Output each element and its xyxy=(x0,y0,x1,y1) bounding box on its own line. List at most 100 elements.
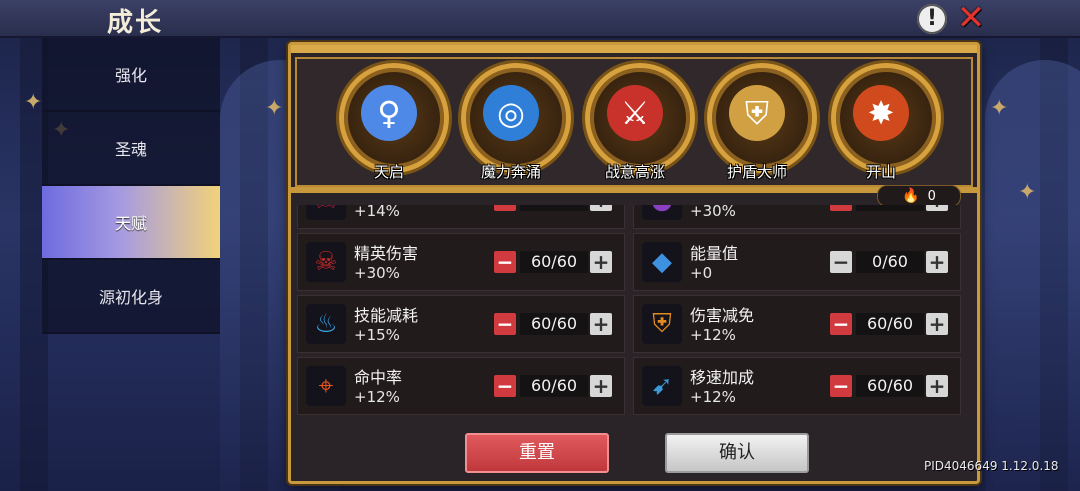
stat-name: 精英伤害 xyxy=(354,244,419,263)
increase-button[interactable]: + xyxy=(926,251,948,273)
version-label: PID4046649 1.12.0.18 xyxy=(924,459,1059,473)
shield-icon: ⛨ xyxy=(729,85,785,141)
decrease-button[interactable]: − xyxy=(830,251,852,273)
decrease-button[interactable]: − xyxy=(830,375,852,397)
talent-mana-surge[interactable]: ◎ 魔力奔涌 xyxy=(455,63,571,183)
talent-ring: ⛨ xyxy=(707,63,817,173)
confirm-button[interactable]: 确认 xyxy=(665,433,809,473)
stat-value: +12% xyxy=(690,326,736,344)
talent-label: 护盾大师 xyxy=(726,163,787,181)
stat-count: 60/60 xyxy=(520,313,588,335)
orb-icon: ● xyxy=(642,205,682,220)
stat-count: 0/60 xyxy=(856,251,924,273)
stat-row: ● +30% − + xyxy=(633,205,961,229)
stat-name: 命中率 xyxy=(354,368,403,387)
side-item-label: 强化 xyxy=(114,66,147,85)
decrease-button[interactable]: − xyxy=(830,205,852,211)
warrior-icon: ⚔ xyxy=(607,85,663,141)
panel-top-strip xyxy=(291,45,977,53)
stat-row-move-speed: ➹ 移速加成 +12% − 60/60 + xyxy=(633,357,961,415)
stat-row-elite-damage: ☠ 精英伤害 +30% − 60/60 + xyxy=(297,233,625,291)
stat-name: 能量值 xyxy=(690,244,739,263)
star-ornament-icon: ✦ xyxy=(265,96,284,121)
side-item-talent[interactable]: 天赋 xyxy=(42,186,220,260)
stat-count: 60/60 xyxy=(520,251,588,273)
fire-counter: 🔥 0 xyxy=(877,185,961,207)
blue-flame-icon: ♨ xyxy=(306,304,346,344)
decrease-button[interactable]: − xyxy=(494,313,516,335)
decrease-button[interactable]: − xyxy=(830,313,852,335)
demon-icon: ☠ xyxy=(306,205,346,220)
stat-list[interactable]: ☠ +14% − + ● +30% − + ☠ 精英伤害 +30% − 60/6… xyxy=(297,205,965,425)
close-icon[interactable]: ✕ xyxy=(954,1,988,35)
stat-value: +14% xyxy=(354,205,400,220)
stat-name: 移速加成 xyxy=(690,368,755,387)
increase-button[interactable]: + xyxy=(590,251,612,273)
increase-button[interactable]: + xyxy=(926,313,948,335)
stat-name: 伤害减免 xyxy=(690,306,755,325)
panel-divider xyxy=(291,187,977,193)
talent-ring: ◎ xyxy=(461,63,571,173)
stat-value: +15% xyxy=(354,326,400,344)
stat-count xyxy=(520,205,588,211)
side-item-enhance[interactable]: 强化 xyxy=(42,38,220,112)
side-item-label: 源初化身 xyxy=(98,288,163,307)
side-item-origin-avatar[interactable]: 源初化身 xyxy=(42,260,220,334)
stat-value: +30% xyxy=(690,205,736,220)
talent-ring: ✸ xyxy=(831,63,941,173)
increase-button[interactable]: + xyxy=(590,313,612,335)
figure-icon: ♀ xyxy=(361,85,417,141)
stat-value: +0 xyxy=(690,264,713,282)
stat-row-skill-cost: ♨ 技能减耗 +15% − 60/60 + xyxy=(297,295,625,353)
talent-mountain-split[interactable]: ✸ 开山 xyxy=(825,63,941,183)
increase-button[interactable]: + xyxy=(926,205,948,211)
talent-label: 魔力奔涌 xyxy=(480,163,541,181)
crosshair-icon: ⌖ xyxy=(306,366,346,406)
talent-shield-master[interactable]: ⛨ 护盾大师 xyxy=(701,63,817,183)
star-ornament-icon: ✦ xyxy=(1018,180,1037,205)
talent-ring: ♀ xyxy=(339,63,449,173)
page-title: 成长 xyxy=(107,8,164,38)
stat-row-damage-reduction: ⛨ 伤害减免 +12% − 60/60 + xyxy=(633,295,961,353)
talent-label: 战意高涨 xyxy=(604,163,665,181)
help-icon[interactable]: ! xyxy=(917,4,947,34)
stat-count: 60/60 xyxy=(856,375,924,397)
boot-icon: ➹ xyxy=(642,366,682,406)
reset-button[interactable]: 重置 xyxy=(465,433,609,473)
decrease-button[interactable]: − xyxy=(494,375,516,397)
talent-row: ♀ 天启 ◎ 魔力奔涌 ⚔ 战意高涨 ⛨ 护盾大师 ✸ 开山 xyxy=(295,57,973,187)
demon-skull-icon: ☠ xyxy=(306,242,346,282)
side-item-holy-soul[interactable]: 圣魂 xyxy=(42,112,220,186)
increase-button[interactable]: + xyxy=(590,375,612,397)
decrease-button[interactable]: − xyxy=(494,205,516,211)
talent-apocalypse[interactable]: ♀ 天启 xyxy=(333,63,449,183)
stat-value: +12% xyxy=(354,388,400,406)
talent-label: 开山 xyxy=(865,163,896,181)
stat-count: 60/60 xyxy=(856,313,924,335)
shield-icon: ⛨ xyxy=(642,304,682,344)
stat-name: 技能减耗 xyxy=(354,306,419,325)
swirl-icon: ◎ xyxy=(483,85,539,141)
stat-row-hit-rate: ⌖ 命中率 +12% − 60/60 + xyxy=(297,357,625,415)
star-ornament-icon: ✦ xyxy=(990,96,1009,121)
fire-counter-value: 0 xyxy=(927,188,936,204)
talent-battle-spirit[interactable]: ⚔ 战意高涨 xyxy=(579,63,695,183)
stat-value: +12% xyxy=(690,388,736,406)
decrease-button[interactable]: − xyxy=(494,251,516,273)
increase-button[interactable]: + xyxy=(590,205,612,211)
fire-icon: 🔥 xyxy=(902,188,920,204)
increase-button[interactable]: + xyxy=(926,375,948,397)
talent-panel: ♀ 天启 ◎ 魔力奔涌 ⚔ 战意高涨 ⛨ 护盾大师 ✸ 开山 🔥 0 ☠ +14… xyxy=(288,42,980,484)
talent-label: 天启 xyxy=(373,163,404,181)
side-item-label: 天赋 xyxy=(114,214,147,233)
stat-count: 60/60 xyxy=(520,375,588,397)
burst-icon: ✸ xyxy=(853,85,909,141)
stat-count xyxy=(856,205,924,211)
stat-value: +30% xyxy=(354,264,400,282)
water-drop-icon: ◆ xyxy=(642,242,682,282)
side-menu: 强化 圣魂 天赋 源初化身 xyxy=(42,38,220,334)
stat-row-energy: ◆ 能量值 +0 − 0/60 + xyxy=(633,233,961,291)
stat-row: ☠ +14% − + xyxy=(297,205,625,229)
side-item-label: 圣魂 xyxy=(114,140,147,159)
talent-ring: ⚔ xyxy=(585,63,695,173)
